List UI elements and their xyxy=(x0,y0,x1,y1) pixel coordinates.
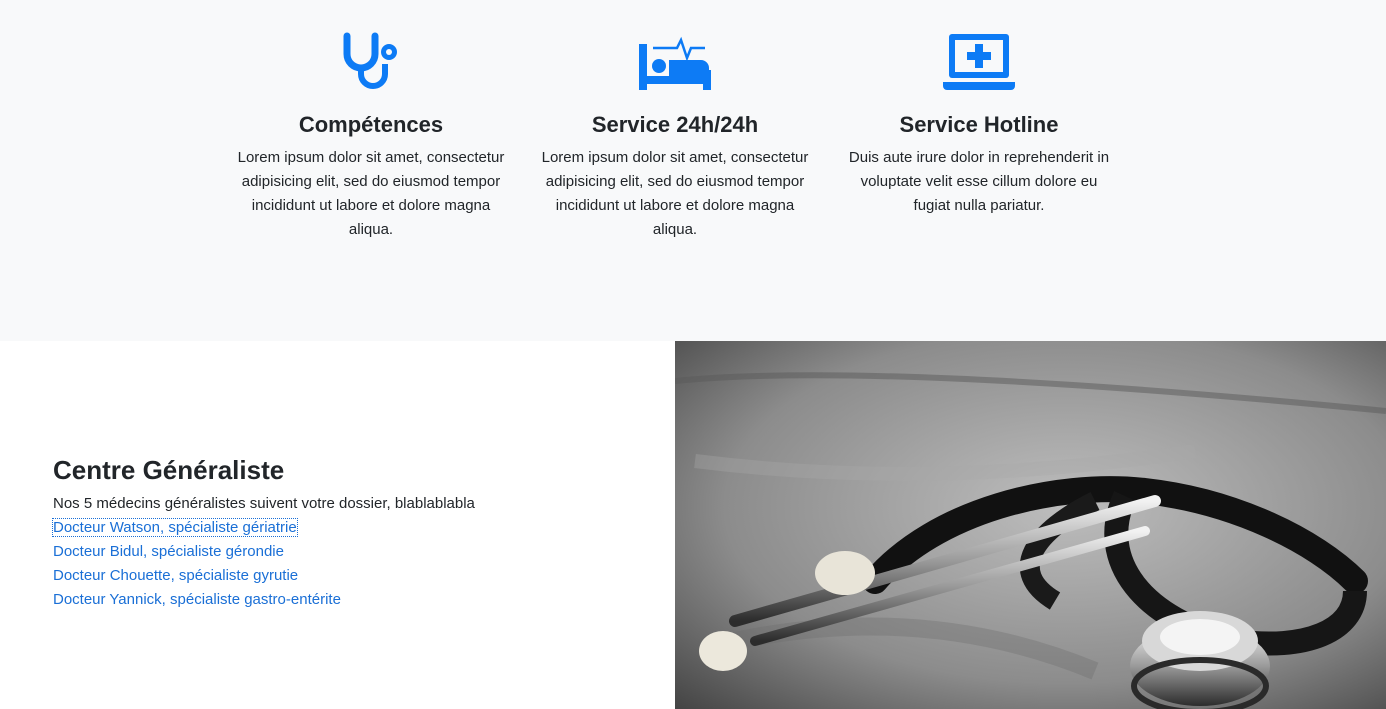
laptop-medical-icon xyxy=(943,34,1015,90)
list-item: Docteur Chouette, spécialiste gyrutie xyxy=(53,564,653,588)
feature-service-hotline: Service Hotline Duis aute irure dolor in… xyxy=(844,30,1114,218)
doctor-link-watson[interactable]: Docteur Watson, spécialiste gériatrie xyxy=(52,518,298,537)
centre-section: Centre Généraliste Nos 5 médecins généra… xyxy=(0,341,1386,709)
doctor-link-yannick[interactable]: Docteur Yannick, spécialiste gastro-enté… xyxy=(53,591,341,608)
list-item: Docteur Watson, spécialiste gériatrie xyxy=(52,516,653,540)
stethoscope-icon xyxy=(343,32,397,89)
centre-lead: Nos 5 médecins généralistes suivent votr… xyxy=(53,495,475,512)
hospital-bed-icon xyxy=(639,36,711,90)
centre-text-block: Centre Généraliste Nos 5 médecins généra… xyxy=(52,454,653,612)
feature-text: Lorem ipsum dolor sit amet, consectetur … xyxy=(237,149,505,238)
feature-title: Compétences xyxy=(298,112,444,137)
feature-title: Service 24h/24h xyxy=(591,112,759,137)
list-item: Docteur Bidul, spécialiste gérondie xyxy=(53,540,653,564)
feature-text: Duis aute irure dolor in reprehenderit i… xyxy=(848,149,1110,214)
doctor-link-bidul[interactable]: Docteur Bidul, spécialiste gérondie xyxy=(53,543,284,560)
feature-service-24h: Service 24h/24h Lorem ipsum dolor sit am… xyxy=(540,30,810,242)
doctor-list: Docteur Watson, spécialiste gériatrie Do… xyxy=(52,516,653,612)
stethoscope-photo xyxy=(675,341,1386,709)
feature-title: Service Hotline xyxy=(899,112,1059,137)
feature-competences: Compétences Lorem ipsum dolor sit amet, … xyxy=(236,30,506,242)
features-section: Compétences Lorem ipsum dolor sit amet, … xyxy=(0,0,1386,341)
feature-text: Lorem ipsum dolor sit amet, consectetur … xyxy=(541,149,809,238)
centre-title: Centre Généraliste xyxy=(53,455,285,485)
list-item: Docteur Yannick, spécialiste gastro-enté… xyxy=(53,588,653,612)
stethoscope-image xyxy=(675,341,1386,709)
doctor-link-chouette[interactable]: Docteur Chouette, spécialiste gyrutie xyxy=(53,567,298,584)
